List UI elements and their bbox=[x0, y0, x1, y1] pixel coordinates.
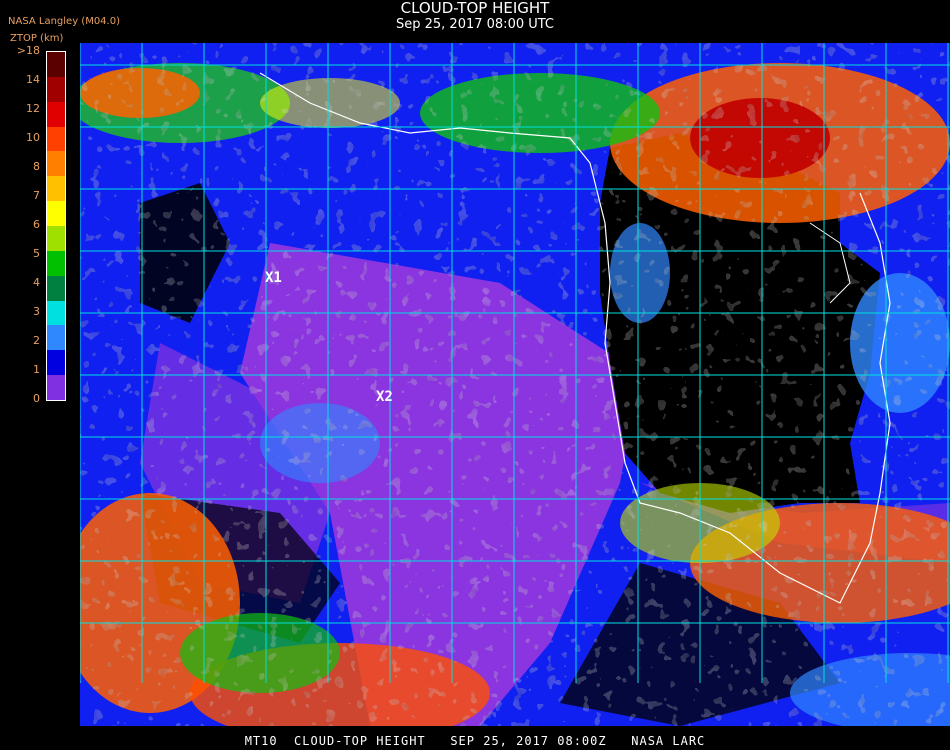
legend-ticks: >18 14 12 10 8 7 6 5 4 3 2 1 0 bbox=[0, 44, 44, 405]
legend-swatch bbox=[47, 275, 65, 301]
legend-swatch bbox=[47, 375, 65, 401]
legend-tick-label: 7 bbox=[33, 189, 40, 202]
speckle-texture bbox=[80, 43, 950, 726]
legend-tick-label: 8 bbox=[33, 160, 40, 173]
legend-swatch bbox=[47, 176, 65, 202]
legend-swatch bbox=[47, 201, 65, 227]
legend-swatch bbox=[47, 151, 65, 177]
legend-tick-label: 10 bbox=[26, 131, 40, 144]
units-label: ZTOP (km) bbox=[10, 33, 64, 44]
legend-swatch bbox=[47, 250, 65, 276]
legend-tick-label: 1 bbox=[33, 363, 40, 376]
legend-swatch bbox=[47, 300, 65, 326]
satellite-map bbox=[80, 43, 950, 726]
legend-swatch bbox=[47, 226, 65, 251]
legend-swatch bbox=[47, 325, 65, 351]
legend-tick-label: 2 bbox=[33, 334, 40, 347]
legend-swatch bbox=[47, 126, 65, 152]
legend-tick-label: 3 bbox=[33, 305, 40, 318]
legend-swatch bbox=[47, 101, 65, 127]
color-legend bbox=[46, 51, 66, 401]
legend-swatch bbox=[47, 76, 65, 102]
legend-tick-label: >18 bbox=[16, 44, 40, 57]
footer-caption: MT10 CLOUD-TOP HEIGHT SEP 25, 2017 08:00… bbox=[244, 734, 706, 748]
map-subtitle: Sep 25, 2017 08:00 UTC bbox=[395, 17, 555, 32]
legend-tick-label: 12 bbox=[26, 102, 40, 115]
marker-x2: X2 bbox=[376, 389, 393, 405]
map-title: CLOUD-TOP HEIGHT bbox=[400, 0, 550, 17]
marker-x1: X1 bbox=[265, 270, 282, 286]
legend-tick-label: 5 bbox=[33, 247, 40, 260]
legend-swatch bbox=[47, 52, 65, 77]
legend-swatch bbox=[47, 350, 65, 376]
legend-tick-label: 14 bbox=[26, 73, 40, 86]
legend-tick-label: 6 bbox=[33, 218, 40, 231]
legend-tick-label: 4 bbox=[33, 276, 40, 289]
legend-tick-label: 0 bbox=[33, 392, 40, 405]
